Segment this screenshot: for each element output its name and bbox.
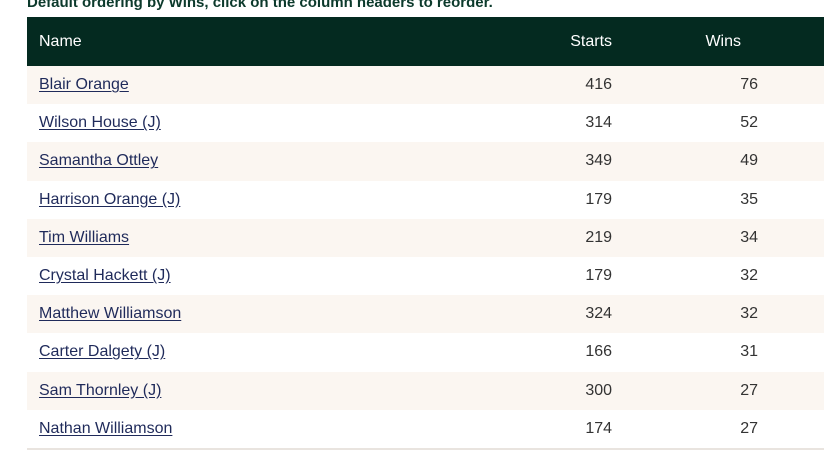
starts-cell: 166 (585, 343, 613, 361)
name-cell: Samantha Ottley (27, 142, 501, 180)
table-header: Name Starts Wins (27, 17, 824, 66)
table-body: Blair Orange 416 76 Wilson House (J) 314… (27, 66, 824, 448)
jockey-link[interactable]: Tim Williams (39, 229, 129, 246)
table-row: Matthew Williamson 324 32 (27, 295, 824, 334)
starts-cell: 179 (585, 190, 613, 208)
table-row: Tim Williams 219 34 (27, 218, 824, 257)
name-cell: Crystal Hackett (J) (27, 257, 501, 295)
jockey-link[interactable]: Carter Dalgety (J) (39, 343, 165, 360)
name-cell: Sam Thornley (J) (27, 372, 501, 410)
jockey-link[interactable]: Nathan Williamson (39, 420, 172, 437)
wins-cell: 32 (740, 305, 758, 323)
table-row: Blair Orange 416 76 (27, 66, 824, 105)
column-header-starts[interactable]: Starts (501, 17, 630, 66)
starts-cell: 324 (585, 305, 613, 323)
jockey-link[interactable]: Samantha Ottley (39, 152, 158, 169)
jockey-link[interactable]: Crystal Hackett (J) (39, 267, 171, 284)
starts-cell: 349 (585, 152, 613, 170)
standings-table: Name Starts Wins Blair Orange 416 76 Wil… (27, 17, 824, 448)
name-cell: Carter Dalgety (J) (27, 333, 501, 371)
table-row: Samantha Ottley 349 49 (27, 142, 824, 181)
table-row: Crystal Hackett (J) 179 32 (27, 256, 824, 296)
table-row: Nathan Williamson 174 27 (27, 409, 824, 448)
wins-cell: 34 (740, 228, 758, 246)
name-cell: Wilson House (J) (27, 104, 501, 142)
header-row: Name Starts Wins (27, 17, 824, 66)
wins-cell: 32 (740, 267, 758, 285)
jockey-link[interactable]: Sam Thornley (J) (39, 382, 161, 399)
name-cell: Harrison Orange (J) (27, 181, 501, 219)
wins-cell: 52 (740, 114, 758, 132)
starts-cell: 416 (585, 76, 613, 94)
name-cell: Matthew Williamson (27, 295, 501, 333)
starts-cell: 314 (585, 114, 613, 132)
jockey-link[interactable]: Harrison Orange (J) (39, 191, 180, 208)
column-header-name[interactable]: Name (27, 17, 501, 66)
wins-cell: 27 (740, 419, 758, 437)
table-row: Sam Thornley (J) 300 27 (27, 371, 824, 410)
jockey-link[interactable]: Wilson House (J) (39, 114, 161, 131)
wins-cell: 76 (740, 76, 758, 94)
starts-cell: 179 (585, 267, 613, 285)
table-row: Carter Dalgety (J) 166 31 (27, 333, 824, 372)
wins-cell: 27 (740, 381, 758, 399)
name-cell: Tim Williams (27, 219, 501, 257)
wins-cell: 31 (740, 343, 758, 361)
starts-cell: 219 (585, 228, 613, 246)
starts-cell: 300 (585, 381, 613, 399)
table-row: Wilson House (J) 314 52 (27, 104, 824, 143)
name-cell: Blair Orange (27, 66, 501, 104)
jockey-link[interactable]: Blair Orange (39, 76, 129, 93)
column-header-wins[interactable]: Wins (630, 17, 824, 66)
wins-cell: 35 (740, 190, 758, 208)
starts-cell: 174 (585, 419, 613, 437)
table-row: Harrison Orange (J) 179 35 (27, 180, 824, 219)
wins-cell: 49 (740, 152, 758, 170)
jockey-link[interactable]: Matthew Williamson (39, 305, 181, 322)
table-caption: Default ordering by Wins, click on the c… (27, 0, 493, 11)
standings-panel: Default ordering by Wins, click on the c… (0, 0, 824, 450)
name-cell: Nathan Williamson (27, 410, 501, 448)
